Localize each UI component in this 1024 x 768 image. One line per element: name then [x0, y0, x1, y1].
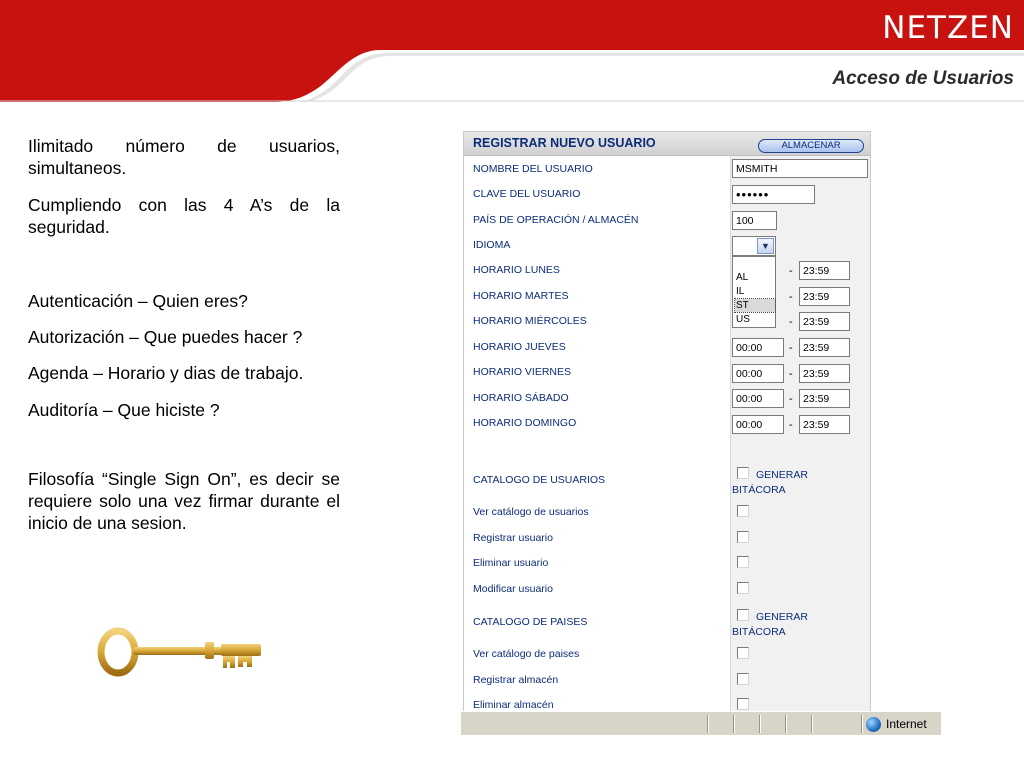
generate-log-label: GENERAR BITÁCORA [732, 469, 808, 496]
wednesday-end-input[interactable]: 23:59 [799, 312, 850, 331]
thursday-start-input[interactable]: 00:00 [732, 338, 784, 357]
status-divider [861, 715, 863, 733]
friday-label: HORARIO VIERNES [473, 366, 572, 378]
view-countries-label: Ver catálogo de paises [473, 648, 580, 660]
thursday-end-input[interactable]: 23:59 [799, 338, 850, 357]
language-option[interactable]: IL [735, 285, 775, 298]
feature-authentication: Autenticación – Quien eres? [28, 291, 248, 311]
user-catalog-label: CATALOGO DE USUARIOS [473, 474, 606, 486]
saturday-end-input[interactable]: 23:59 [799, 389, 850, 408]
section-title: Acceso de Usuarios [832, 68, 1014, 89]
sunday-start-input[interactable]: 00:00 [732, 415, 784, 434]
feature-four-as: Cumpliendo con las 4 A’s de la seguridad… [28, 195, 340, 237]
chevron-down-icon[interactable]: ▼ [757, 238, 774, 254]
register-user-label: Registrar usuario [473, 532, 553, 544]
country-label: PAÍS DE OPERACIÓN / ALMACÉN [473, 214, 639, 226]
feature-single-sign-on: Filosofía “Single Sign On”, es decir se … [28, 469, 340, 533]
language-option-selected[interactable]: ST [734, 298, 776, 313]
status-divider [785, 715, 787, 733]
register-user-checkbox[interactable] [737, 531, 749, 543]
friday-end-input[interactable]: 23:59 [799, 364, 850, 383]
password-input[interactable]: •••••• [732, 185, 815, 204]
username-input[interactable]: MSMITH [732, 159, 868, 178]
time-separator: - [789, 368, 793, 380]
status-divider [733, 715, 735, 733]
language-option[interactable]: US [735, 313, 775, 326]
status-divider [759, 715, 761, 733]
form-header: REGISTRAR NUEVO USUARIO ALMACENAR [464, 132, 870, 156]
friday-start-input[interactable]: 00:00 [732, 364, 784, 383]
monday-end-input[interactable]: 23:59 [799, 261, 850, 280]
browser-status-bar: Internet [461, 711, 941, 735]
time-separator: - [789, 419, 793, 431]
saturday-start-input[interactable]: 00:00 [732, 389, 784, 408]
delete-store-label: Eliminar almacén [473, 699, 554, 711]
sunday-label: HORARIO DOMINGO [473, 417, 577, 429]
status-divider [707, 715, 709, 733]
view-users-checkbox[interactable] [737, 505, 749, 517]
thursday-label: HORARIO JUEVES [473, 341, 566, 353]
password-label: CLAVE DEL USUARIO [473, 188, 581, 200]
username-label: NOMBRE DEL USUARIO [473, 163, 593, 175]
register-user-form: REGISTRAR NUEVO USUARIO ALMACENAR NOMBRE… [463, 131, 871, 712]
time-separator: - [789, 265, 793, 277]
key-image [93, 566, 267, 738]
form-title: REGISTRAR NUEVO USUARIO [473, 136, 656, 150]
feature-agenda: Agenda – Horario y dias de trabajo. [28, 363, 304, 383]
slide-header: NETZEN Acceso de Usuarios [0, 0, 1024, 102]
security-zone-label: Internet [886, 717, 927, 731]
country-catalog-label: CATALOGO DE PAISES [473, 616, 588, 628]
generate-log-label: GENERAR BITÁCORA [732, 611, 808, 638]
delete-user-checkbox[interactable] [737, 556, 749, 568]
feature-audit: Auditoría – Que hiciste ? [28, 400, 220, 420]
store-button[interactable]: ALMACENAR [758, 139, 864, 153]
country-input[interactable]: 100 [732, 211, 777, 230]
language-label: IDIOMA [473, 239, 511, 251]
feature-unlimited-users: Ilimitado número de usuarios, simultaneo… [28, 136, 340, 178]
time-separator: - [789, 393, 793, 405]
view-users-label: Ver catálogo de usuarios [473, 506, 589, 518]
modify-user-label: Modificar usuario [473, 583, 553, 595]
modify-user-checkbox[interactable] [737, 582, 749, 594]
time-separator: - [789, 291, 793, 303]
feature-authorization: Autorización – Que puedes hacer ? [28, 327, 303, 347]
status-divider [811, 715, 813, 733]
time-separator: - [789, 316, 793, 328]
tuesday-end-input[interactable]: 23:59 [799, 287, 850, 306]
register-store-label: Registrar almacén [473, 674, 559, 686]
delete-store-checkbox[interactable] [737, 698, 749, 710]
monday-label: HORARIO LUNES [473, 264, 560, 276]
tuesday-label: HORARIO MARTES [473, 290, 569, 302]
saturday-label: HORARIO SÁBADO [473, 392, 569, 404]
wednesday-label: HORARIO MIÉRCOLES [473, 315, 587, 327]
internet-zone-icon [866, 717, 881, 732]
language-listbox[interactable]: AL IL ST US [732, 256, 776, 328]
brand-logo: NETZEN [882, 10, 1014, 46]
view-countries-checkbox[interactable] [737, 647, 749, 659]
language-option[interactable]: AL [735, 271, 775, 284]
time-separator: - [789, 342, 793, 354]
language-select[interactable]: ▼ [732, 236, 776, 256]
register-store-checkbox[interactable] [737, 673, 749, 685]
sunday-end-input[interactable]: 23:59 [799, 415, 850, 434]
delete-user-label: Eliminar usuario [473, 557, 549, 569]
